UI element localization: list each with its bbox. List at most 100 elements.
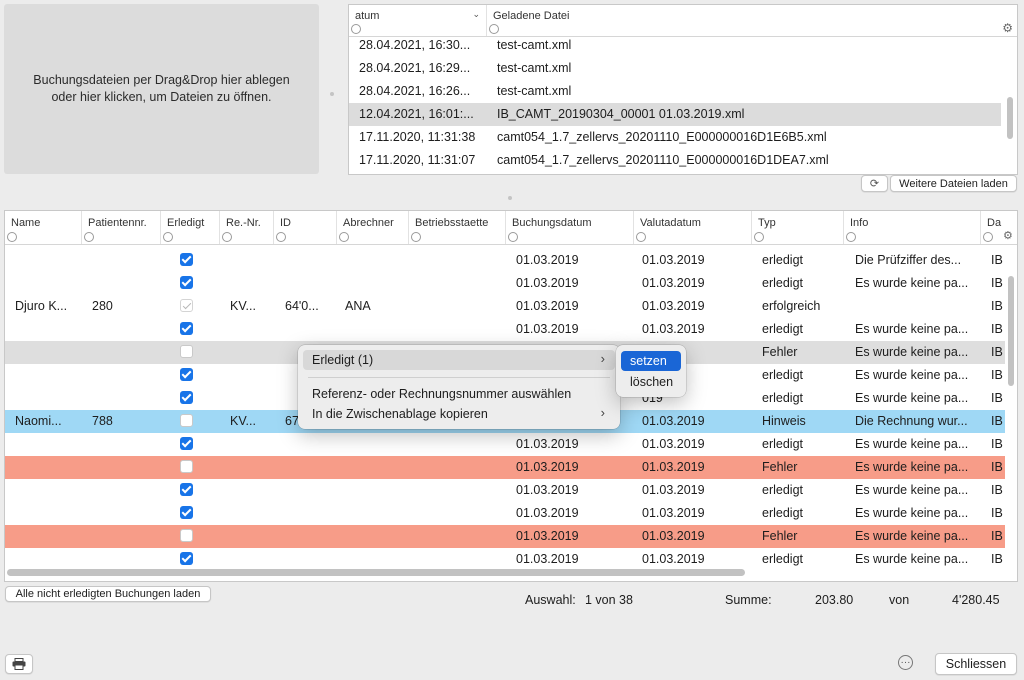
column-header-reno[interactable]: Re.-Nr. (220, 211, 274, 244)
filter-circle-icon[interactable] (7, 232, 17, 242)
column-header-buchungsdatum[interactable]: Buchungsdatum (506, 211, 634, 244)
file-row[interactable]: 17.11.2020, 11:31:38 camt054_1.7_zellervs… (349, 126, 1001, 149)
erledigt-checkbox[interactable] (180, 345, 193, 358)
horizontal-scrollbar[interactable] (7, 569, 745, 576)
column-header-info[interactable]: Info (844, 211, 981, 244)
erledigt-checkbox[interactable] (180, 253, 193, 266)
cell-buchung: 01.03.2019 (516, 506, 579, 520)
cell-typ: Fehler (762, 460, 798, 474)
filter-circle-icon[interactable] (163, 232, 173, 242)
column-header-file[interactable]: Geladene Datei (487, 5, 987, 36)
column-header-patient[interactable]: Patientennr. (82, 211, 161, 244)
of-label: von (889, 593, 910, 607)
table-row[interactable]: 01.03.2019 01.03.2019 erledigt Es wurde kei… (5, 479, 1005, 502)
filter-circle-icon[interactable] (411, 232, 421, 242)
file-row[interactable]: 28.04.2021, 16:29... test-camt.xml (349, 57, 1001, 80)
table-row[interactable]: 01.03.2019 01.03.2019 erledigt Es wurde kei… (5, 272, 1005, 295)
filter-circle-icon[interactable] (489, 24, 499, 34)
print-button[interactable] (5, 654, 33, 674)
vertical-scrollbar[interactable] (1008, 276, 1014, 386)
cell-valuta: 01.03.2019 (642, 414, 705, 428)
erledigt-checkbox[interactable] (180, 276, 193, 289)
erledigt-checkbox[interactable] (180, 437, 193, 450)
cell-buchung: 01.03.2019 (516, 437, 579, 451)
cell-da: IB (991, 506, 1003, 520)
menu-item-erledigt[interactable]: Erledigt (1) › (303, 350, 615, 370)
filter-circle-icon[interactable] (754, 232, 764, 242)
table-row[interactable]: 01.03.2019 01.03.2019 Fehler Es wurde keine… (5, 456, 1005, 479)
filter-circle-icon[interactable] (636, 232, 646, 242)
more-options-icon[interactable]: ··· (898, 655, 913, 670)
cell-info: Die Rechnung wur... (855, 414, 968, 428)
column-header-done[interactable]: Erledigt (161, 211, 220, 244)
erledigt-checkbox[interactable] (180, 368, 193, 381)
table-row[interactable]: 01.03.2019 01.03.2019 erledigt Die Prüfziff… (5, 249, 1005, 272)
cell-da: IB (991, 345, 1003, 359)
erledigt-checkbox[interactable] (180, 299, 193, 312)
cell-typ: erledigt (762, 506, 803, 520)
column-header-da[interactable]: Da ⚙ (981, 211, 1017, 244)
filter-circle-icon[interactable] (351, 24, 361, 34)
cell-typ: erledigt (762, 437, 803, 451)
filter-circle-icon[interactable] (983, 232, 993, 242)
erledigt-checkbox[interactable] (180, 552, 193, 565)
table-row[interactable]: 01.03.2019 01.03.2019 erledigt Es wurde kei… (5, 548, 1005, 571)
file-row[interactable]: 12.04.2021, 16:01:... IB_CAMT_20190304_00… (349, 103, 1001, 126)
erledigt-checkbox[interactable] (180, 506, 193, 519)
table-row[interactable]: 01.03.2019 01.03.2019 Fehler Es wurde keine… (5, 525, 1005, 548)
submenu-erledigt: setzen löschen (616, 345, 686, 397)
cell-name: Djuro K... (15, 299, 68, 313)
column-header-id[interactable]: ID (274, 211, 337, 244)
menu-item-select-reference[interactable]: Referenz- oder Rechnungsnummer auswählen (303, 384, 615, 404)
file-row[interactable]: 28.04.2021, 16:30... test-camt.xml (349, 34, 1001, 57)
filter-circle-icon[interactable] (276, 232, 286, 242)
refresh-button[interactable]: ⟳ (861, 175, 888, 192)
cell-buchung: 01.03.2019 (516, 483, 579, 497)
submenu-item-loeschen[interactable]: löschen (621, 372, 681, 392)
table-row[interactable]: 01.03.2019 01.03.2019 erledigt Es wurde kei… (5, 502, 1005, 525)
cell-da: IB (991, 552, 1003, 566)
submenu-item-setzen[interactable]: setzen (621, 351, 681, 371)
erledigt-checkbox[interactable] (180, 322, 193, 335)
filter-circle-icon[interactable] (508, 232, 518, 242)
cell-valuta: 01.03.2019 (642, 276, 705, 290)
file-row[interactable]: 17.11.2020, 11:31:07 camt054_1.7_zellervs… (349, 149, 1001, 172)
column-header-abrechner[interactable]: Abrechner (337, 211, 409, 244)
cell-da: IB (991, 253, 1003, 267)
drop-zone-line-2: oder hier klicken, um Dateien zu öffnen. (51, 90, 272, 104)
load-open-bookings-button[interactable]: Alle nicht erledigten Buchungen laden (5, 586, 211, 602)
cell-info: Es wurde keine pa... (855, 460, 969, 474)
column-header-datum[interactable]: atum ⌄ (349, 5, 487, 36)
cell-typ: erfolgreich (762, 299, 821, 313)
drop-zone[interactable]: Buchungsdateien per Drag&Drop hier ableg… (4, 4, 319, 174)
filter-circle-icon[interactable] (339, 232, 349, 242)
erledigt-checkbox[interactable] (180, 414, 193, 427)
file-name: camt054_1.7_zellervs_20201110_E000000016… (497, 130, 827, 144)
filter-circle-icon[interactable] (846, 232, 856, 242)
gear-icon[interactable]: ⚙ (1003, 229, 1013, 242)
filter-circle-icon[interactable] (84, 232, 94, 242)
erledigt-checkbox[interactable] (180, 483, 193, 496)
erledigt-checkbox[interactable] (180, 460, 193, 473)
file-name: test-camt.xml (497, 61, 572, 75)
column-header-typ[interactable]: Typ (752, 211, 844, 244)
files-scrollbar[interactable] (1007, 97, 1013, 139)
gear-icon[interactable]: ⚙ (1002, 21, 1013, 35)
table-row[interactable]: Djuro K... 280 KV... 64'0... ANA 01.03.2019 01… (5, 295, 1005, 318)
split-handle-horizontal[interactable] (508, 196, 512, 200)
close-button[interactable]: Schliessen (935, 653, 1017, 675)
menu-item-copy-clipboard[interactable]: In die Zwischenablage kopieren › (303, 404, 615, 424)
split-handle-vertical[interactable] (330, 92, 334, 96)
file-row[interactable]: 28.04.2021, 16:26... test-camt.xml (349, 80, 1001, 103)
erledigt-checkbox[interactable] (180, 391, 193, 404)
table-row[interactable]: 01.03.2019 01.03.2019 erledigt Es wurde kei… (5, 318, 1005, 341)
file-date: 17.11.2020, 11:31:07 (359, 153, 476, 167)
column-header-valutadatum[interactable]: Valutadatum (634, 211, 752, 244)
filter-circle-icon[interactable] (222, 232, 232, 242)
column-header-name[interactable]: Name (5, 211, 82, 244)
column-header-betriebsstaette[interactable]: Betriebsstaette (409, 211, 506, 244)
cell-buchung: 01.03.2019 (516, 253, 579, 267)
table-row[interactable]: 01.03.2019 01.03.2019 erledigt Es wurde kei… (5, 433, 1005, 456)
load-more-files-button[interactable]: Weitere Dateien laden (890, 175, 1017, 192)
erledigt-checkbox[interactable] (180, 529, 193, 542)
